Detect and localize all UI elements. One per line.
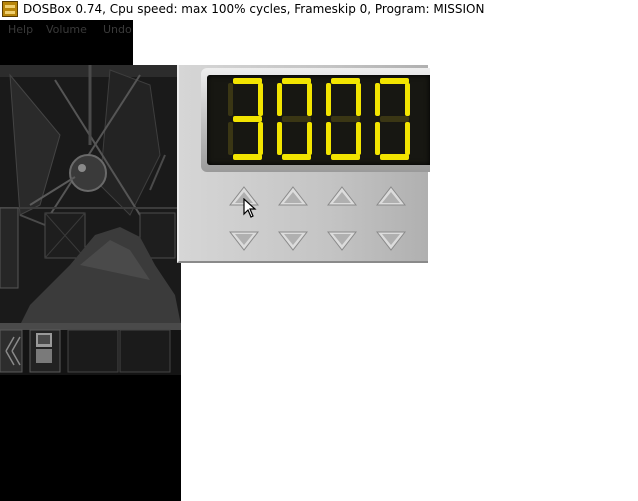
digit3-down-button[interactable] (326, 231, 358, 251)
segment-e (277, 122, 282, 155)
segment-d (331, 154, 360, 160)
game-viewport[interactable] (0, 65, 181, 501)
segment-g (380, 116, 409, 122)
menu-item-help[interactable]: Help (8, 23, 33, 36)
code-digit (326, 75, 362, 169)
segment-b (307, 83, 312, 116)
down-triangle-icon (326, 231, 358, 251)
segment-c (258, 122, 263, 155)
code-keypad-panel (177, 65, 430, 263)
menu-item-undo[interactable]: Undo (103, 23, 132, 36)
up-triangle-icon (277, 186, 309, 206)
digit1-down-button[interactable] (228, 231, 260, 251)
segment-a (380, 78, 409, 84)
segment-d (380, 154, 409, 160)
segment-f (375, 83, 380, 116)
segment-d (233, 154, 262, 160)
segment-e (375, 122, 380, 155)
segment-e (326, 122, 331, 155)
digit-segments (326, 78, 361, 160)
up-triangle-icon (375, 186, 407, 206)
code-digit (228, 75, 264, 169)
digit3-up-button[interactable] (326, 186, 358, 206)
digit-segments (375, 78, 410, 160)
up-triangle-icon (326, 186, 358, 206)
menu-bar: Help Volume Undo (0, 20, 133, 65)
segment-c (307, 122, 312, 155)
segment-g (282, 116, 311, 122)
down-triangle-icon (375, 231, 407, 251)
segment-f (277, 83, 282, 116)
display-bezel (201, 68, 430, 172)
segment-a (282, 78, 311, 84)
segment-d (282, 154, 311, 160)
digit4-down-button[interactable] (375, 231, 407, 251)
dosbox-app-icon[interactable] (2, 1, 18, 17)
segment-b (356, 83, 361, 116)
segment-f (228, 83, 233, 116)
digit2-up-button[interactable] (277, 186, 309, 206)
down-triangle-icon (228, 231, 260, 251)
segment-a (233, 78, 262, 84)
seven-segment-display (207, 75, 430, 165)
window-title: DOSBox 0.74, Cpu speed: max 100% cycles,… (23, 2, 485, 16)
code-digit (375, 75, 411, 169)
segment-e (228, 122, 233, 155)
segment-f (326, 83, 331, 116)
mouse-pointer-icon (243, 197, 257, 222)
menu-item-volume[interactable]: Volume (46, 23, 87, 36)
digit2-down-button[interactable] (277, 231, 309, 251)
segment-c (356, 122, 361, 155)
segment-c (405, 122, 410, 155)
down-triangle-icon (277, 231, 309, 251)
digit4-up-button[interactable] (375, 186, 407, 206)
segment-b (258, 83, 263, 116)
digit-segments (228, 78, 263, 160)
digit-segments (277, 78, 312, 160)
segment-g (331, 116, 360, 122)
segment-a (331, 78, 360, 84)
code-digit (277, 75, 313, 169)
window-titlebar: DOSBox 0.74, Cpu speed: max 100% cycles,… (0, 0, 638, 20)
segment-b (405, 83, 410, 116)
segment-g (233, 116, 262, 122)
game-scene (0, 65, 181, 501)
